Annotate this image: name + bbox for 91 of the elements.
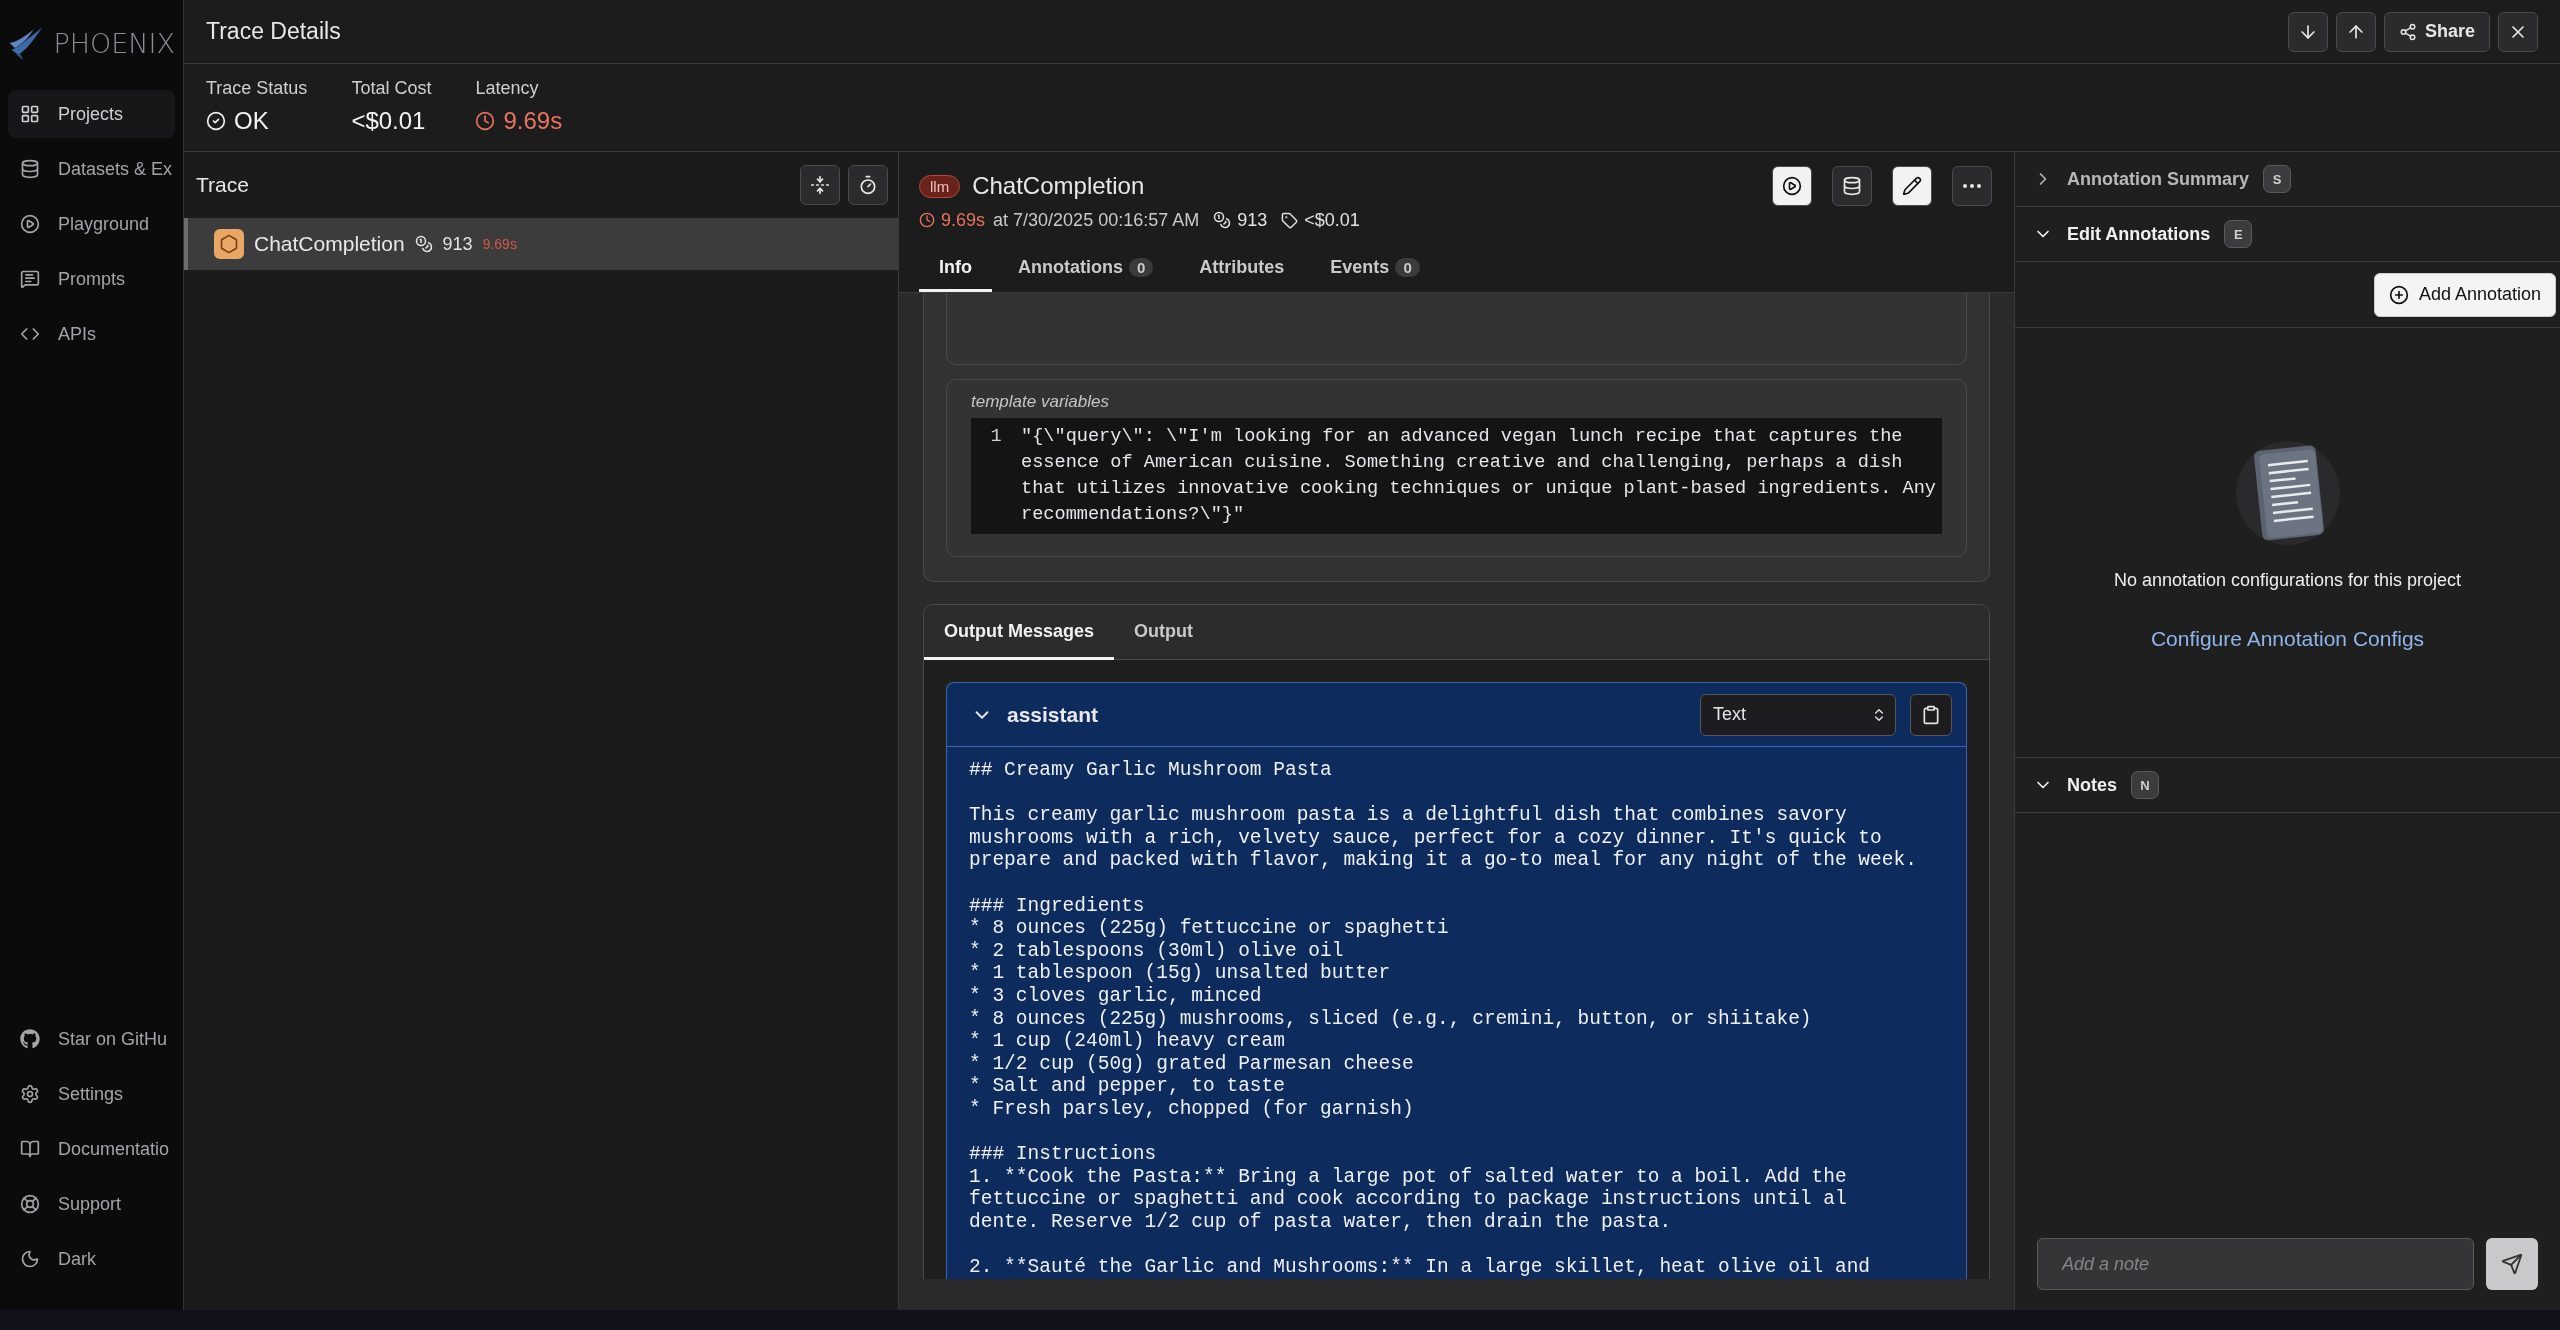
tab[interactable]: Attributes [1179, 246, 1305, 292]
span-latency: 9.69s [941, 209, 986, 231]
token-count: 913 [1237, 209, 1268, 231]
add-annotation-button[interactable]: Add Annotation [2373, 272, 2556, 317]
coins-icon [414, 235, 433, 253]
github-icon [20, 1029, 40, 1049]
nav-item[interactable]: Playground [8, 200, 175, 248]
copy-button[interactable] [1910, 693, 1952, 736]
span-row[interactable]: ChatCompletion 913 9.69s [184, 218, 898, 270]
nav-item[interactable]: Projects [8, 90, 175, 138]
tab[interactable]: Events 0 [1310, 246, 1440, 292]
stat-label: Trace Status [206, 78, 308, 99]
tab[interactable]: Output Messages [924, 605, 1115, 660]
nav-item[interactable]: Dark [8, 1235, 175, 1283]
configure-link[interactable]: Configure Annotation Configs [2150, 627, 2425, 651]
play-icon [20, 214, 40, 234]
hotkey-badge: S [2263, 165, 2291, 193]
tab-count: 0 [1129, 258, 1154, 277]
share-button[interactable]: Share [2383, 11, 2490, 52]
span-latency: 9.69s [482, 236, 517, 252]
clock-icon [919, 212, 935, 228]
span-cost: <$0.01 [1304, 209, 1360, 231]
chat-icon [20, 269, 40, 289]
span-title: ChatCompletion [972, 172, 1146, 200]
share-icon [2398, 22, 2417, 41]
tab[interactable]: Annotations 0 [998, 246, 1174, 292]
token-count: 913 [442, 233, 473, 255]
fold-icon [810, 175, 830, 195]
stat-label: Latency [475, 78, 540, 99]
send-icon [2501, 1253, 2523, 1275]
dataset-button[interactable] [1832, 166, 1872, 206]
nav-item[interactable]: Documentatio [8, 1125, 175, 1173]
section-title: Notes [2067, 774, 2117, 796]
collapse-button[interactable] [800, 165, 840, 205]
annotate-button[interactable] [1892, 166, 1932, 206]
message-content: ## Creamy Garlic Mushroom Pasta This creamy garlic mushroom pasta is a delightful dish that combines savory mushrooms with a rich, velvety sauce, perfect for a cozy dinner. It's quick to prepare and packed with flavor, making it a go-to meal for any night of the week. ### Ingredients * 8 ounces (225g) fettuccine or spaghetti * 2 tablespoons (30ml) olive oil * 1 tablespoon (15g) unsalted butter * 3 cloves garlic, minced * 8 ounces (225g) mushrooms, sliced (e.g., cremini, button, or shiitake) * 1 cup (240ml) heavy cream * 1/2 cup (50g) grated Parmesan cheese * Salt and pepper, to taste * Fresh parsley, chopped (for garnish) ### Instructions 1. **Cook the Pasta:** Bring a large pot of salted water to a boil. Add the fettuccine or spaghetti and cook according to package instructions until al dente. Reserve 1/2 cup of pasta water, then drain the pasta. 2. **Sauté the Garlic and Mushrooms:** In a large skillet, heat olive oil and [969, 759, 1918, 1279]
drawer-title: Trace Details [206, 18, 342, 45]
previous-button[interactable] [2335, 11, 2376, 52]
section-header[interactable]: Edit Annotations E [2015, 207, 2560, 262]
more-icon [1963, 184, 1981, 188]
tag-icon [1281, 211, 1299, 229]
section-title: Annotation Summary [2067, 168, 2249, 190]
hotkey-badge: E [2224, 220, 2253, 248]
hotkey-badge: N [2131, 771, 2159, 799]
play-icon [1782, 176, 1802, 196]
line-number: 1 [989, 425, 1003, 449]
stat-value: OK [234, 107, 269, 135]
close-button[interactable] [2498, 11, 2538, 52]
next-button[interactable] [2287, 11, 2328, 52]
section-header[interactable]: Notes N [2015, 758, 2560, 813]
timer-icon [858, 175, 878, 195]
empty-message: No annotation configurations for this project [2113, 570, 2462, 591]
message-role: assistant [1007, 702, 1100, 727]
plus-circle-icon [2388, 284, 2409, 305]
more-button[interactable] [1952, 166, 1992, 206]
code-line: "{\"query\": \"I'm looking for an advanced vegan lunch recipe that captures the essence of American cuisine. Something creative and challenging, perhaps a dish that utilizes innovative cooking techniques or unique plant-based ingredients. Any recommendations?\"}" [1021, 425, 1937, 527]
grid-icon [20, 104, 40, 124]
nav-item[interactable]: Settings [8, 1070, 175, 1118]
nav-item[interactable]: APIs [8, 310, 175, 358]
span-timestamp: at 7/30/2025 00:16:57 AM [993, 209, 1200, 231]
lifebuoy-icon [20, 1194, 40, 1214]
pencil-icon [1902, 176, 1922, 196]
playground-button[interactable] [1772, 166, 1812, 206]
nav-item[interactable]: Datasets & Ex [8, 145, 175, 193]
coins-icon [1213, 211, 1232, 229]
section-title: Edit Annotations [2067, 223, 2211, 245]
stat-value: <$0.01 [351, 107, 426, 135]
clipboard-icon [1921, 704, 1941, 725]
stat-label: Total Cost [351, 78, 432, 99]
section-header[interactable]: Annotation Summary S [2015, 152, 2560, 207]
span-name: ChatCompletion [254, 232, 405, 256]
nav-item[interactable]: Star on GitHu [8, 1015, 175, 1063]
send-button[interactable] [2486, 1238, 2538, 1290]
app-logo-text: PHOENIX [53, 27, 175, 59]
span-kind-badge: llm [919, 174, 961, 198]
settings-icon [20, 1084, 40, 1104]
moon-icon [20, 1249, 40, 1269]
check-circle-icon [206, 111, 226, 131]
clock-icon [475, 111, 496, 131]
trace-title: Trace [196, 173, 250, 197]
database-icon [1842, 176, 1862, 196]
database-icon [20, 159, 40, 179]
format-select[interactable]: Text [1700, 693, 1896, 736]
nav-item[interactable]: Prompts [8, 255, 175, 303]
book-icon [20, 1139, 40, 1159]
timing-button[interactable] [848, 165, 888, 205]
stat-value: 9.69s [503, 107, 563, 135]
tab[interactable]: Output [1114, 605, 1213, 660]
nav-item[interactable]: Support [8, 1180, 175, 1228]
tab-count: 0 [1395, 258, 1420, 277]
section-label: template variables [971, 392, 1110, 412]
